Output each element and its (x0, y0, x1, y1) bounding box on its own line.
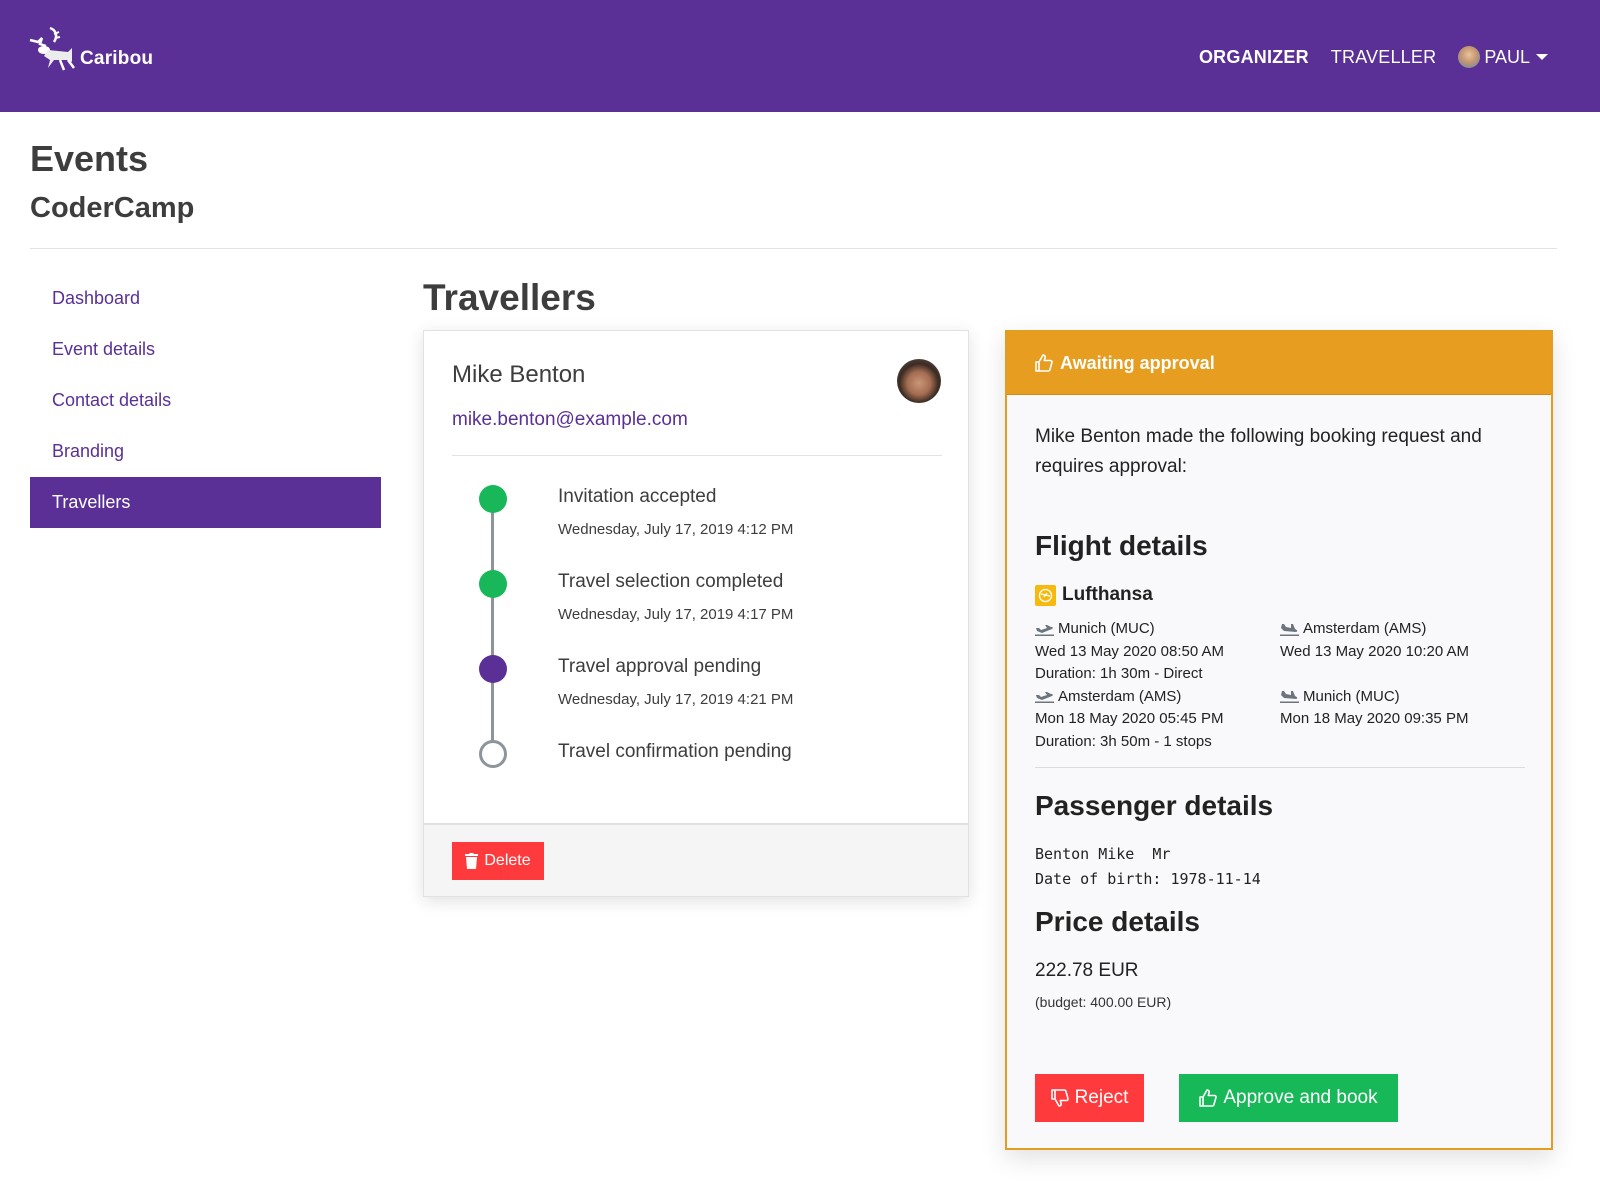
departure-time: Mon 18 May 2020 05:45 PM (1035, 710, 1224, 727)
departure-place: Munich (MUC) (1058, 620, 1155, 637)
leg-arrival: Amsterdam (AMS) Wed 13 May 2020 10:20 AM (1280, 618, 1525, 686)
sidebar-item-dashboard[interactable]: Dashboard (30, 273, 381, 324)
reject-label: Reject (1074, 1087, 1129, 1108)
traveller-avatar (897, 359, 941, 403)
delete-button[interactable]: Delete (452, 842, 544, 880)
arrival-time: Wed 13 May 2020 10:20 AM (1280, 642, 1470, 660)
thumbs-up-icon (1035, 354, 1053, 372)
leg-arrival: Munich (MUC) Mon 18 May 2020 09:35 PM (1280, 686, 1525, 754)
departure-time: Wed 13 May 2020 08:50 AM (1035, 642, 1225, 660)
sidebar-item-branding[interactable]: Branding (30, 426, 381, 477)
approve-label: Approve and book (1223, 1087, 1378, 1108)
section-divider (1035, 767, 1525, 768)
user-avatar (1458, 46, 1481, 68)
status-timeline: Invitation accepted Wednesday, July 17, … (479, 483, 929, 823)
plane-arrival-icon (1280, 623, 1299, 636)
flight-leg: Amsterdam (AMS) Mon 18 May 2020 05:45 PM… (1035, 686, 1525, 754)
user-name: PAUL (1484, 46, 1530, 67)
trash-icon (465, 853, 479, 869)
card-footer: Delete (424, 823, 968, 896)
timeline-item: Invitation accepted Wednesday, July 17, … (479, 483, 929, 568)
price-value: 222.78 EUR (1035, 960, 1139, 981)
approval-body: Mike Benton made the following booking r… (1035, 422, 1525, 1010)
sidebar-item-event-details[interactable]: Event details (30, 324, 381, 375)
header-divider (30, 248, 1557, 249)
passenger-name: Benton Mike Mr (1035, 845, 1171, 863)
event-name: CoderCamp (30, 192, 195, 224)
sidebar-nav: Dashboard Event details Contact details … (30, 273, 381, 528)
arrival-place: Amsterdam (AMS) (1303, 620, 1427, 637)
arrival-time: Mon 18 May 2020 09:35 PM (1280, 710, 1469, 727)
caribou-icon (29, 26, 75, 71)
timeline-label: Invitation accepted (558, 486, 717, 507)
thumbs-up-icon (1199, 1089, 1218, 1107)
price-budget: (budget: 400.00 EUR) (1035, 994, 1172, 1010)
sidebar-item-contact-details[interactable]: Contact details (30, 375, 381, 426)
passenger-info: Benton Mike Mr Date of birth: 1978-11-14 (1035, 842, 1261, 892)
traveller-card: Mike Benton mike.benton@example.com Invi… (423, 330, 969, 897)
leg-departure: Munich (MUC) Wed 13 May 2020 08:50 AM Du… (1035, 618, 1280, 686)
traveller-name: Mike Benton (452, 361, 586, 388)
passenger-dob: Date of birth: 1978-11-14 (1035, 870, 1261, 888)
section-title: Travellers (423, 277, 596, 318)
timeline-dot-done-icon (479, 485, 507, 513)
timeline-label: Travel selection completed (558, 571, 784, 592)
leg-duration: Duration: 3h 50m - 1 stops (1035, 732, 1212, 750)
departure-place: Amsterdam (AMS) (1058, 687, 1182, 705)
timeline-time: Wednesday, July 17, 2019 4:12 PM (558, 521, 794, 538)
leg-duration: Duration: 1h 30m - Direct (1035, 665, 1203, 682)
card-divider (452, 455, 942, 456)
timeline-label: Travel approval pending (558, 656, 762, 677)
reject-button[interactable]: Reject (1035, 1074, 1144, 1122)
approval-card: Awaiting approval Mike Benton made the f… (1005, 330, 1553, 1150)
brand-logo[interactable]: Caribou (28, 26, 153, 72)
price-details-heading: Price details (1035, 906, 1200, 937)
airline: Lufthansa (1035, 584, 1153, 606)
flight-legs: Munich (MUC) Wed 13 May 2020 08:50 AM Du… (1035, 618, 1525, 753)
brand-name: Caribou (80, 48, 154, 69)
sidebar-item-travellers[interactable]: Travellers (30, 477, 381, 528)
timeline-dot-current-icon (479, 655, 507, 683)
airline-name: Lufthansa (1062, 584, 1153, 605)
timeline-item: Travel approval pending Wednesday, July … (479, 653, 929, 738)
caret-down-icon (1536, 54, 1548, 60)
arrival-place: Munich (MUC) (1303, 687, 1400, 705)
plane-arrival-icon (1280, 691, 1299, 704)
top-navbar: Caribou ORGANIZER TRAVELLER PAUL (0, 0, 1600, 112)
timeline-item: Travel confirmation pending (479, 738, 929, 823)
timeline-dot-pending-icon (479, 740, 507, 768)
traveller-email-link[interactable]: mike.benton@example.com (452, 409, 688, 431)
nav-traveller[interactable]: TRAVELLER (1331, 47, 1437, 68)
leg-departure: Amsterdam (AMS) Mon 18 May 2020 05:45 PM… (1035, 686, 1280, 754)
timeline-time: Wednesday, July 17, 2019 4:17 PM (558, 606, 794, 623)
timeline-item: Travel selection completed Wednesday, Ju… (479, 568, 929, 653)
timeline-time: Wednesday, July 17, 2019 4:21 PM (558, 691, 794, 708)
plane-departure-icon (1035, 692, 1054, 704)
user-menu-dropdown[interactable]: PAUL (1458, 46, 1548, 68)
lufthansa-logo-icon (1035, 584, 1056, 606)
delete-label: Delete (484, 852, 531, 869)
nav-organizer[interactable]: ORGANIZER (1199, 47, 1309, 68)
approval-status-header: Awaiting approval (1007, 332, 1551, 395)
approval-intro: Mike Benton made the following booking r… (1035, 426, 1482, 477)
timeline-dot-done-icon (479, 570, 507, 598)
page-title: Events (30, 138, 149, 179)
timeline-label: Travel confirmation pending (558, 741, 792, 762)
flight-leg: Munich (MUC) Wed 13 May 2020 08:50 AM Du… (1035, 618, 1525, 686)
plane-departure-icon (1035, 624, 1054, 636)
approve-and-book-button[interactable]: Approve and book (1179, 1074, 1398, 1122)
nav-menu: ORGANIZER TRAVELLER PAUL (1177, 46, 1548, 68)
approval-status-label: Awaiting approval (1060, 352, 1215, 373)
flight-details-heading: Flight details (1035, 530, 1208, 561)
passenger-details-heading: Passenger details (1035, 790, 1274, 821)
thumbs-down-icon (1050, 1089, 1069, 1107)
